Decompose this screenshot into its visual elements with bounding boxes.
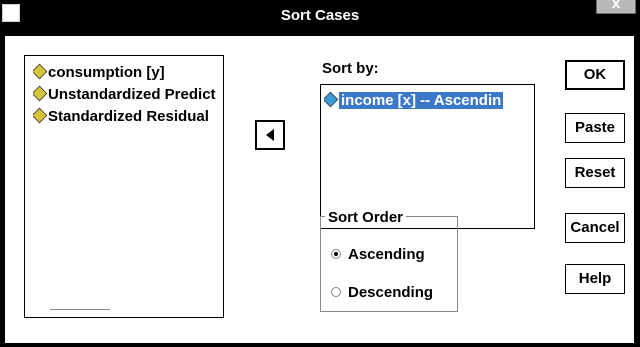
sort-by-list[interactable]: income [x] -- Ascendin bbox=[320, 84, 535, 229]
sort-cases-dialog: Sort Cases x consumption [y] Unstandardi… bbox=[0, 0, 640, 347]
radio-selected-icon bbox=[331, 249, 341, 259]
list-item-label: Unstandardized Predict bbox=[48, 86, 216, 103]
radio-unselected-icon bbox=[331, 287, 341, 297]
horizontal-scrollbar[interactable] bbox=[50, 309, 110, 310]
reset-button[interactable]: Reset bbox=[565, 158, 625, 188]
list-item-label: Standardized Residual bbox=[48, 108, 209, 125]
scale-variable-icon bbox=[33, 107, 48, 124]
dialog-title: Sort Cases bbox=[280, 7, 360, 24]
ascending-radio[interactable]: Ascending bbox=[331, 244, 425, 266]
ascending-label: Ascending bbox=[348, 246, 425, 263]
list-item[interactable]: Unstandardized Predict bbox=[33, 84, 216, 106]
descending-radio[interactable]: Descending bbox=[331, 282, 433, 304]
list-item[interactable]: income [x] -- Ascendin bbox=[324, 90, 530, 112]
ok-button[interactable]: OK bbox=[565, 60, 625, 90]
move-variable-button[interactable] bbox=[255, 120, 285, 150]
scale-variable-icon bbox=[33, 85, 48, 102]
help-button[interactable]: Help bbox=[565, 264, 625, 294]
sort-order-legend: Sort Order bbox=[325, 209, 407, 226]
paste-button[interactable]: Paste bbox=[565, 113, 625, 143]
list-item[interactable]: Standardized Residual bbox=[33, 106, 209, 128]
scale-variable-icon bbox=[33, 63, 48, 80]
variable-source-list[interactable]: consumption [y] Unstandardized Predict S… bbox=[24, 55, 224, 318]
list-item-label: income [x] -- Ascendin bbox=[339, 92, 504, 109]
title-bar[interactable]: Sort Cases x bbox=[0, 0, 640, 34]
list-item-label: consumption [y] bbox=[48, 64, 165, 81]
sort-by-label: Sort by: bbox=[322, 60, 379, 77]
dialog-body: consumption [y] Unstandardized Predict S… bbox=[5, 36, 634, 343]
close-button[interactable]: x bbox=[596, 0, 636, 14]
list-item[interactable]: consumption [y] bbox=[33, 62, 165, 84]
cancel-button[interactable]: Cancel bbox=[565, 213, 625, 243]
window-frame-bottom bbox=[0, 343, 640, 347]
scale-variable-icon bbox=[324, 91, 339, 108]
left-arrow-icon bbox=[266, 129, 274, 141]
descending-label: Descending bbox=[348, 284, 434, 301]
